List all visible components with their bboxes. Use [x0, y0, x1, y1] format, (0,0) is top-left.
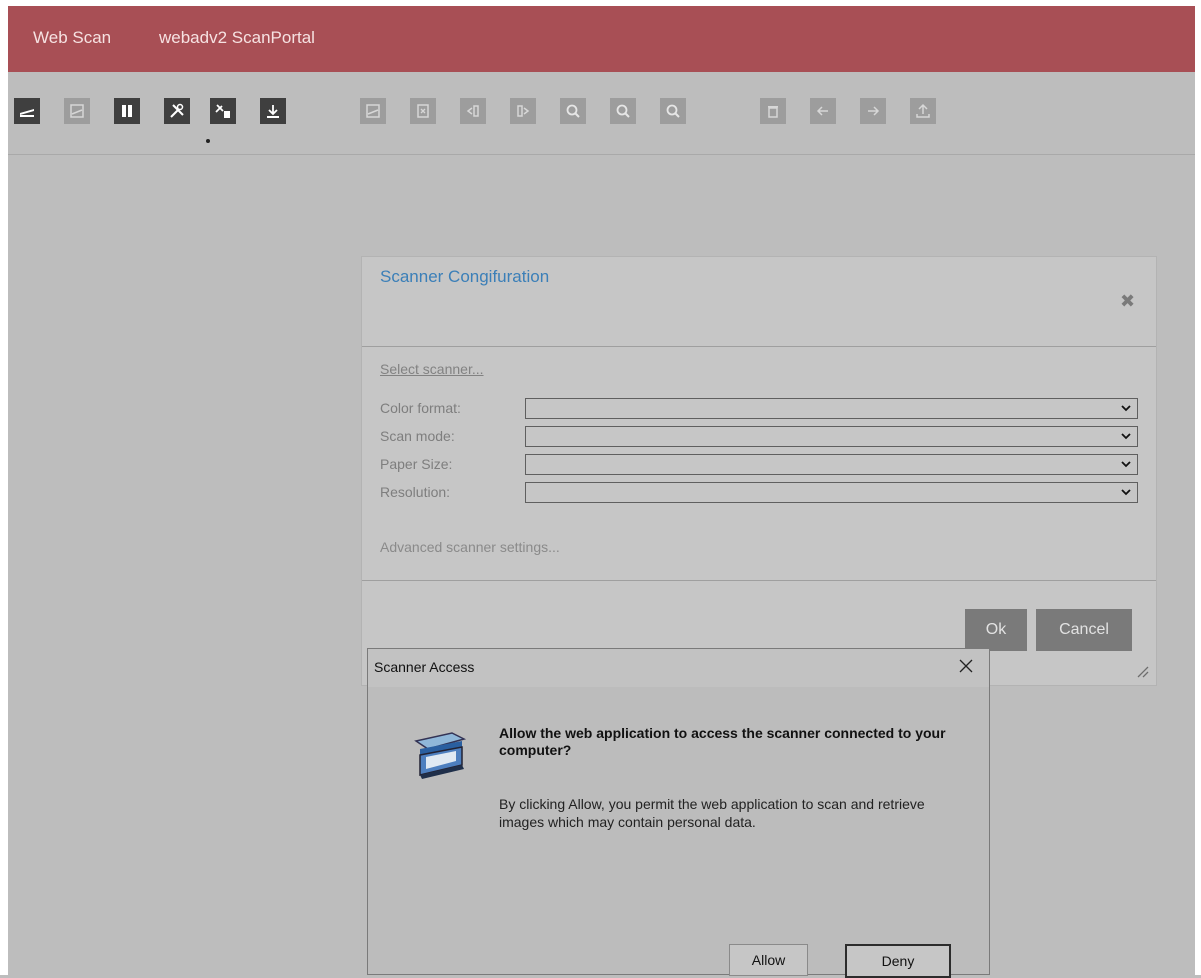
settings-clear-button[interactable] [210, 98, 236, 124]
chevron-down-icon [1121, 433, 1131, 440]
color-format-select[interactable] [525, 398, 1138, 419]
portal-name: webadv2 ScanPortal [159, 28, 315, 47]
rotate-left-button[interactable] [460, 98, 486, 124]
zoom-out-icon [616, 104, 630, 118]
chevron-down-icon [1121, 461, 1131, 468]
chevron-down-icon [1121, 405, 1131, 412]
top-header: Web Scan webadv2 ScanPortal [8, 6, 1195, 72]
deny-button[interactable]: Deny [845, 944, 951, 978]
upload-icon [916, 103, 930, 118]
resize-grip-icon[interactable] [1135, 664, 1149, 678]
rescan-icon [366, 104, 380, 118]
dialog-body: Allow the web application to access the … [368, 687, 989, 978]
active-indicator-dot [206, 139, 210, 143]
zoom-fit-button[interactable] [660, 98, 686, 124]
divider [362, 580, 1156, 581]
download-icon [267, 105, 279, 118]
zoom-out-button[interactable] [610, 98, 636, 124]
cancel-button[interactable]: Cancel [1036, 609, 1132, 651]
tools-icon [170, 103, 184, 118]
scanner-icon [414, 732, 467, 779]
app-frame: Web Scan webadv2 ScanPortal Scanner Cong… [0, 0, 1201, 978]
rescan-button[interactable] [360, 98, 386, 124]
select-scanner-link[interactable]: Select scanner... [380, 361, 484, 377]
zoom-icon [666, 104, 680, 118]
scan-preview-icon [70, 104, 84, 118]
ok-button[interactable]: Ok [965, 609, 1027, 651]
scan-mode-select[interactable] [525, 426, 1138, 447]
pause-icon [122, 105, 132, 117]
rotate-left-icon [466, 105, 479, 117]
trash-icon [768, 106, 778, 118]
scan-preview-button[interactable] [64, 98, 90, 124]
scan-mode-label: Scan mode: [380, 428, 455, 444]
resolution-select[interactable] [525, 482, 1138, 503]
close-icon[interactable]: ✖ [1120, 291, 1135, 312]
divider [362, 346, 1156, 347]
color-format-label: Color format: [380, 400, 461, 416]
dialog-titlebar: Scanner Access [368, 649, 989, 687]
arrow-left-icon [816, 106, 828, 116]
toolbar [8, 72, 1195, 155]
scanner-access-dialog: Scanner Access Allow the web application… [367, 648, 990, 978]
window-border-left [0, 0, 8, 975]
resolution-label: Resolution: [380, 484, 451, 500]
scanner-icon [20, 109, 34, 117]
next-button[interactable] [860, 98, 886, 124]
upload-button[interactable] [910, 98, 936, 124]
rotate-right-icon [517, 105, 530, 117]
dialog-title: Scanner Congifuration [380, 267, 550, 286]
delete-page-icon [417, 104, 429, 118]
delete-all-button[interactable] [760, 98, 786, 124]
scanner-settings-button[interactable] [164, 98, 190, 124]
pause-button[interactable] [114, 98, 140, 124]
download-button[interactable] [260, 98, 286, 124]
zoom-in-button[interactable] [560, 98, 586, 124]
close-icon[interactable] [956, 656, 976, 676]
arrow-right-icon [868, 106, 880, 116]
allow-button[interactable]: Allow [729, 944, 808, 976]
permission-description: By clicking Allow, you permit the web ap… [499, 796, 925, 830]
paper-size-label: Paper Size: [380, 456, 453, 472]
rotate-right-button[interactable] [510, 98, 536, 124]
dialog-title: Scanner Access [374, 659, 475, 675]
tools-delete-icon [215, 104, 230, 118]
advanced-settings-link[interactable]: Advanced scanner settings... [380, 539, 560, 555]
permission-question: Allow the web application to access the … [499, 725, 946, 758]
scan-button[interactable] [14, 98, 40, 124]
window-border-right [1195, 0, 1201, 975]
paper-size-select[interactable] [525, 454, 1138, 475]
zoom-in-icon [566, 104, 580, 118]
chevron-down-icon [1121, 489, 1131, 496]
brand-link[interactable]: Web Scan [33, 28, 111, 48]
previous-button[interactable] [810, 98, 836, 124]
scanner-configuration-dialog: Scanner Congifuration ✖ Select scanner..… [361, 256, 1157, 686]
delete-page-button[interactable] [410, 98, 436, 124]
